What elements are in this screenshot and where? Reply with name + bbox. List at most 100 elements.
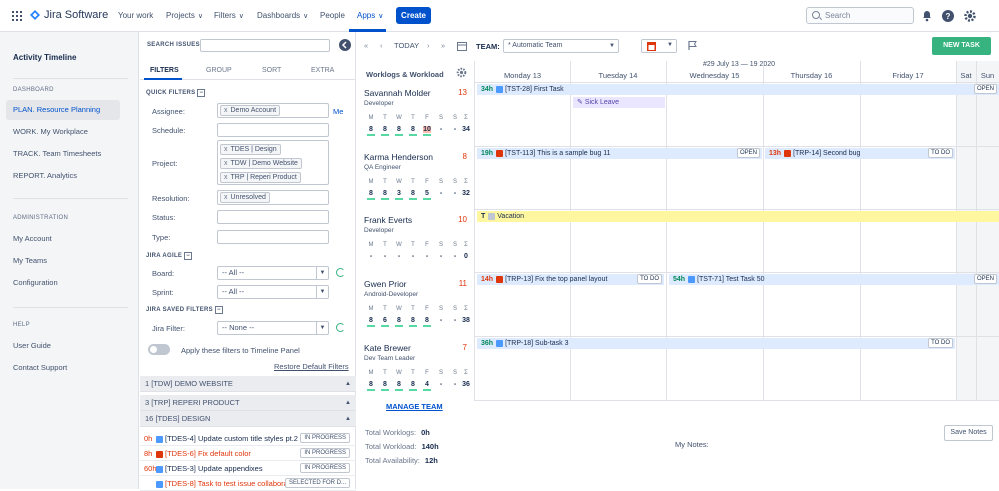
project-group-header[interactable]: 3 [TRP] REPERI PRODUCT ▲ bbox=[140, 395, 356, 411]
sidebar-item-my-account[interactable]: My Account bbox=[13, 234, 52, 243]
event-bar[interactable]: 54h [TST-71] Test Task 50 OPEN bbox=[669, 274, 999, 285]
apply-filters-toggle[interactable] bbox=[148, 344, 170, 355]
jira-filter-select[interactable]: -- None -- ▼ bbox=[217, 321, 329, 335]
flag-icon[interactable] bbox=[687, 40, 698, 51]
restore-default-filters-link[interactable]: Restore Default Filters bbox=[274, 362, 349, 371]
task-row[interactable]: 60h [TDES-3] Update appendixes IN PROGRESS bbox=[140, 461, 356, 476]
sidebar-item-report-analytics[interactable]: REPORT. Analytics bbox=[13, 171, 77, 180]
event-bar[interactable]: 13h [TRP-14] Second bug TO DO bbox=[765, 148, 955, 159]
task-row[interactable]: 8h [TDES-6] Fix default color IN PROGRESS bbox=[140, 446, 356, 461]
task-row[interactable]: 0h [TDES-4] Update custom title styles pt… bbox=[140, 431, 356, 446]
remove-icon[interactable]: x bbox=[224, 174, 228, 181]
event-hours: T bbox=[481, 213, 486, 220]
manage-team-link[interactable]: MANAGE TEAM bbox=[386, 402, 443, 411]
sidebar-item-plan-resource-planning[interactable]: PLAN. Resource Planning bbox=[6, 100, 120, 120]
remove-icon[interactable]: x bbox=[224, 146, 228, 153]
user-row[interactable]: Frank Everts Developer 10 M - T - W - T - F - S - S - Σ 0 bbox=[364, 215, 468, 278]
prev-month-icon[interactable]: « bbox=[364, 41, 368, 50]
tab-extra[interactable]: EXTRA bbox=[311, 67, 334, 74]
day-letter: T bbox=[411, 179, 415, 185]
next-week-icon[interactable]: › bbox=[427, 41, 430, 50]
event-bar[interactable]: 19h [TST-113] This is a sample bug 11 OPEN bbox=[477, 148, 762, 159]
settings-gear-icon[interactable] bbox=[963, 9, 977, 23]
project-name: [TDW] DEMO WEBSITE bbox=[151, 379, 233, 388]
project-chip[interactable]: x TDES | Design bbox=[220, 144, 281, 155]
board-select[interactable]: -- All -- ▼ bbox=[217, 266, 329, 280]
sidebar-item-track-team-timesheets[interactable]: TRACK. Team Timesheets bbox=[13, 149, 101, 158]
help-icon[interactable]: ? bbox=[941, 9, 955, 23]
nav-projects[interactable]: Projects ∨ bbox=[166, 11, 203, 20]
leave-bar[interactable]: ✎ Sick Leave bbox=[573, 97, 665, 108]
sprint-select[interactable]: -- All -- ▼ bbox=[217, 285, 329, 299]
refresh-icon[interactable] bbox=[336, 268, 345, 277]
sidebar-item-configuration[interactable]: Configuration bbox=[13, 278, 58, 287]
status-field[interactable] bbox=[217, 210, 329, 224]
user-name[interactable]: Karma Henderson bbox=[364, 152, 433, 162]
remove-icon[interactable]: x bbox=[224, 160, 228, 167]
user-name[interactable]: Gwen Prior bbox=[364, 279, 407, 289]
project-chip[interactable]: x TRP | Reperi Product bbox=[220, 172, 301, 183]
new-task-button[interactable]: NEW TASK bbox=[932, 37, 991, 55]
jira-agile-header[interactable]: JIRA AGILE − bbox=[146, 252, 193, 260]
sidebar-item-contact-support[interactable]: Contact Support bbox=[13, 363, 67, 372]
calendar-icon[interactable] bbox=[457, 41, 467, 51]
user-name[interactable]: Kate Brewer bbox=[364, 343, 411, 353]
event-hours: 13h bbox=[769, 150, 782, 157]
nav-dashboards[interactable]: Dashboards ∨ bbox=[257, 11, 308, 20]
next-month-icon[interactable]: » bbox=[441, 41, 445, 50]
sidebar-item-user-guide[interactable]: User Guide bbox=[13, 341, 51, 350]
nav-people[interactable]: People bbox=[320, 11, 345, 20]
user-row[interactable]: Karma Henderson QA Engineer 8 M 8 T 8 W 3 T 8 F 5 S - S… bbox=[364, 152, 470, 215]
nav-apps[interactable]: Apps ∨ bbox=[357, 11, 383, 20]
user-name[interactable]: Savannah Molder bbox=[364, 88, 431, 98]
notification-bell-icon[interactable] bbox=[920, 9, 934, 23]
project-chip[interactable]: x TDW | Demo Website bbox=[220, 158, 302, 169]
resolution-chip[interactable]: x Unresolved bbox=[220, 192, 270, 203]
sort-arrows-icon[interactable]: ▲ bbox=[345, 395, 351, 411]
user-row[interactable]: Savannah Molder Developer 13 M 8 T 8 W 8 T 8 F 10 S - S… bbox=[364, 88, 470, 151]
sidebar-item-work-my-workplace[interactable]: WORK. My Workplace bbox=[13, 127, 88, 136]
nav-your-work[interactable]: Your work bbox=[118, 11, 153, 20]
schedule-field[interactable] bbox=[217, 123, 329, 137]
event-bar[interactable]: 14h [TRP-13] Fix the top panel layout TO D… bbox=[477, 274, 664, 285]
collapse-panel-icon[interactable] bbox=[339, 39, 351, 51]
search-issues-input[interactable] bbox=[200, 39, 330, 52]
gear-icon[interactable] bbox=[456, 67, 467, 78]
tab-sort[interactable]: SORT bbox=[262, 67, 281, 74]
weekly-hours: M 8 T 8 W 8 T 8 F 10 S - S - Σ 34 bbox=[364, 115, 470, 136]
tab-filters[interactable]: FILTERS bbox=[150, 67, 179, 74]
today-button[interactable]: TODAY bbox=[394, 41, 419, 50]
team-select[interactable]: * Automatic Team ▼ bbox=[503, 39, 619, 53]
save-notes-button[interactable]: Save Notes bbox=[944, 425, 993, 441]
me-link[interactable]: Me bbox=[333, 107, 343, 116]
user-row[interactable]: Gwen Prior Android-Developer 11 M 8 T 6 W 8 T 8 F 8 S… bbox=[364, 279, 470, 342]
remove-icon[interactable]: x bbox=[224, 194, 228, 201]
prev-week-icon[interactable]: ‹ bbox=[380, 41, 383, 50]
day-header-sunday: Sun bbox=[980, 71, 995, 80]
chevron-down-icon: ∨ bbox=[303, 13, 309, 20]
create-button[interactable]: Create bbox=[396, 7, 431, 24]
tab-group[interactable]: GROUP bbox=[206, 67, 232, 74]
user-name[interactable]: Frank Everts bbox=[364, 215, 412, 225]
assignee-chip[interactable]: x Demo Account bbox=[220, 105, 281, 116]
quick-filters-header[interactable]: QUICK FILTERS − bbox=[146, 89, 206, 97]
search-input[interactable]: Search bbox=[806, 7, 914, 24]
remove-icon[interactable]: x bbox=[224, 107, 228, 114]
sort-arrows-icon[interactable]: ▲ bbox=[345, 411, 351, 427]
event-bar[interactable]: 36h [TRP-18] Sub-task 3 TO DO bbox=[477, 338, 955, 349]
app-switcher-icon[interactable] bbox=[12, 11, 22, 21]
vacation-bar[interactable]: T Vacation bbox=[477, 211, 999, 222]
project-group-header[interactable]: 1 [TDW] DEMO WEBSITE ▲ bbox=[140, 376, 356, 392]
refresh-icon[interactable] bbox=[336, 323, 345, 332]
jira-logo[interactable]: Jira Software bbox=[30, 9, 108, 21]
nav-filters[interactable]: Filters ∨ bbox=[214, 11, 244, 20]
saved-filters-header[interactable]: JIRA SAVED FILTERS − bbox=[146, 306, 223, 314]
day-hours: 8 bbox=[411, 190, 415, 197]
type-field[interactable] bbox=[217, 230, 329, 244]
sidebar-item-my-teams[interactable]: My Teams bbox=[13, 256, 47, 265]
sort-arrows-icon[interactable]: ▲ bbox=[345, 376, 351, 392]
date-picker[interactable]: ▼ bbox=[641, 39, 677, 53]
project-group-header[interactable]: 16 [TDES] DESIGN ▲ bbox=[140, 411, 356, 427]
user-row[interactable]: Kate Brewer Dev Team Leader 7 M 8 T 8 W 8 T 8 F 4 S - S… bbox=[364, 343, 470, 406]
event-bar[interactable]: 34h [TST-28] First Task OPEN bbox=[477, 84, 999, 95]
